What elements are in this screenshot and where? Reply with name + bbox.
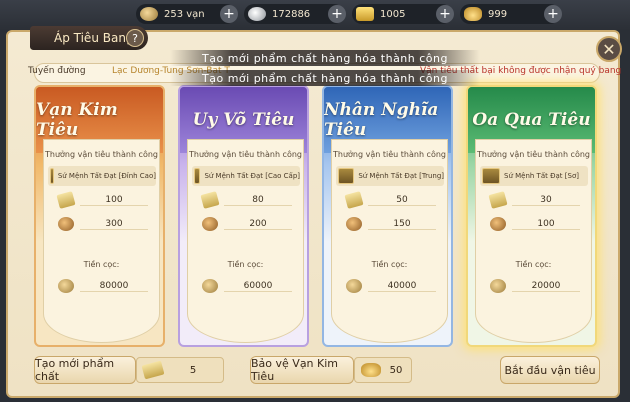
reward-item-name: Sứ Mệnh Tất Đạt [Sơ] [504, 172, 579, 180]
chest-icon [50, 168, 54, 184]
close-button[interactable]: ✕ [596, 36, 622, 62]
card-title: Vạn Kim Tiêu [36, 100, 118, 140]
silver-resource: 172886 + [244, 4, 346, 24]
deposit-row: 20000 [490, 278, 580, 294]
copper-coin-icon [346, 217, 362, 231]
copper-reward-row: 200 [202, 216, 292, 232]
copper-reward-row: 100 [490, 216, 580, 232]
card-body: Thưởng vận tiêu thành công Sứ Mệnh Tất Đ… [43, 139, 160, 343]
deposit-row: 60000 [202, 278, 292, 294]
escort-card-nhan-nghia[interactable]: Nhân Nghĩa Tiêu Thưởng vận tiêu thành cô… [322, 85, 453, 347]
copper-coin-icon [490, 217, 506, 231]
reward-item-name: Sứ Mệnh Tất Đạt [Cao Cấp] [204, 172, 300, 180]
reward-item[interactable]: Sứ Mệnh Tất Đạt [Sơ] [480, 166, 588, 186]
copper-reward-value: 300 [80, 219, 148, 230]
toast-message: Tạo mới phẩm chất hàng hóa thành công [170, 50, 480, 66]
deposit-row: 80000 [58, 278, 148, 294]
start-escort-button[interactable]: Bắt đầu vận tiêu [500, 356, 600, 384]
deposit-value: 80000 [80, 281, 148, 292]
gold-bar-icon [356, 7, 374, 21]
gold-ingot-resource: 999 + [460, 4, 562, 24]
ticket-reward-row: 50 [344, 191, 436, 209]
toast-message: Tạo mới phẩm chất hàng hóa thành công [170, 70, 480, 86]
deposit-row: 40000 [346, 278, 436, 294]
card-title: Oa Qua Tiêu [472, 110, 591, 130]
reward-item[interactable]: Sứ Mệnh Tất Đạt [Đỉnh Cao] [48, 166, 156, 186]
gold-ingot-icon [361, 363, 381, 377]
reward-item[interactable]: Sứ Mệnh Tất Đạt [Trung] [336, 166, 444, 186]
deposit-label: Tiền cọc: [227, 260, 264, 269]
refresh-cost: 5 [136, 357, 224, 383]
ticket-icon [200, 191, 220, 209]
reward-label: Thưởng vận tiêu thành công [477, 150, 590, 159]
card-body: Thưởng vận tiêu thành công Sứ Mệnh Tất Đ… [331, 139, 448, 343]
reward-label: Thưởng vận tiêu thành công [45, 150, 158, 159]
card-body: Thưởng vận tiêu thành công Sứ Mệnh Tất Đ… [475, 139, 592, 343]
copper-reward-value: 150 [368, 219, 436, 230]
chest-icon [338, 168, 355, 184]
copper-reward-value: 200 [224, 219, 292, 230]
copper-reward-value: 100 [512, 219, 580, 230]
reward-label: Thưởng vận tiêu thành công [189, 150, 302, 159]
coin-icon [202, 279, 218, 293]
gold-ingot-icon [464, 7, 482, 21]
gold-bar-resource-value: 1005 [380, 8, 406, 20]
copper-coin-icon [140, 7, 158, 21]
add-silver-button[interactable]: + [328, 5, 346, 23]
reward-label: Thưởng vận tiêu thành công [333, 150, 446, 159]
escort-card-van-kim[interactable]: Vạn Kim Tiêu Thưởng vận tiêu thành công … [34, 85, 165, 347]
protect-cost: 50 [354, 357, 412, 383]
escort-card-uy-vo[interactable]: Uy Võ Tiêu Thưởng vận tiêu thành công Sứ… [178, 85, 309, 347]
copper-resource: 253 vạn + [136, 4, 238, 24]
ticket-reward-value: 30 [512, 195, 580, 206]
silver-resource-value: 172886 [272, 8, 311, 20]
route-label: Tuyến đường [28, 66, 86, 76]
deposit-label: Tiền cọc: [83, 260, 120, 269]
ticket-reward-row: 100 [56, 191, 148, 209]
copper-resource-value: 253 vạn [164, 8, 205, 20]
ticket-reward-value: 80 [224, 195, 292, 206]
deposit-value: 20000 [512, 281, 580, 292]
ticket-icon [141, 360, 165, 380]
copper-reward-row: 150 [346, 216, 436, 232]
ticket-reward-value: 50 [368, 195, 436, 206]
reward-item-name: Sứ Mệnh Tất Đạt [Đỉnh Cao] [57, 172, 156, 180]
deposit-label: Tiền cọc: [371, 260, 408, 269]
chest-icon [482, 168, 500, 184]
card-body: Thưởng vận tiêu thành công Sứ Mệnh Tất Đ… [187, 139, 304, 343]
gold-ingot-resource-value: 999 [488, 8, 508, 20]
card-title: Nhân Nghĩa Tiêu [324, 100, 439, 140]
gold-bar-resource: 1005 + [352, 4, 454, 24]
copper-reward-row: 300 [58, 216, 148, 232]
add-gold-ingot-button[interactable]: + [544, 5, 562, 23]
copper-coin-icon [58, 217, 74, 231]
ticket-icon [56, 191, 76, 209]
coin-icon [58, 279, 74, 293]
protect-escort-button[interactable]: Bảo vệ Vạn Kim Tiêu [250, 356, 354, 384]
deposit-label: Tiền cọc: [515, 260, 552, 269]
add-gold-bar-button[interactable]: + [436, 5, 454, 23]
deposit-value: 40000 [368, 281, 436, 292]
refresh-cost-value: 5 [189, 364, 197, 376]
copper-coin-icon [202, 217, 218, 231]
ticket-icon [344, 191, 364, 209]
card-title: Uy Võ Tiêu [192, 110, 295, 130]
ticket-reward-row: 30 [488, 191, 580, 209]
chest-icon [194, 168, 201, 184]
help-button[interactable]: ? [126, 29, 144, 47]
reward-item-name: Sứ Mệnh Tất Đạt [Trung] [358, 172, 444, 180]
ticket-reward-value: 100 [80, 195, 148, 206]
coin-icon [490, 279, 506, 293]
coin-icon [346, 279, 362, 293]
ticket-reward-row: 80 [200, 191, 292, 209]
escort-card-oa-qua[interactable]: Oa Qua Tiêu Thưởng vận tiêu thành công S… [466, 85, 597, 347]
silver-coin-icon [248, 7, 266, 21]
refresh-quality-button[interactable]: Tạo mới phẩm chất [34, 356, 136, 384]
deposit-value: 60000 [224, 281, 292, 292]
add-copper-button[interactable]: + [220, 5, 238, 23]
protect-cost-value: 50 [389, 364, 403, 376]
reward-item[interactable]: Sứ Mệnh Tất Đạt [Cao Cấp] [192, 166, 300, 186]
ticket-icon [488, 191, 508, 209]
